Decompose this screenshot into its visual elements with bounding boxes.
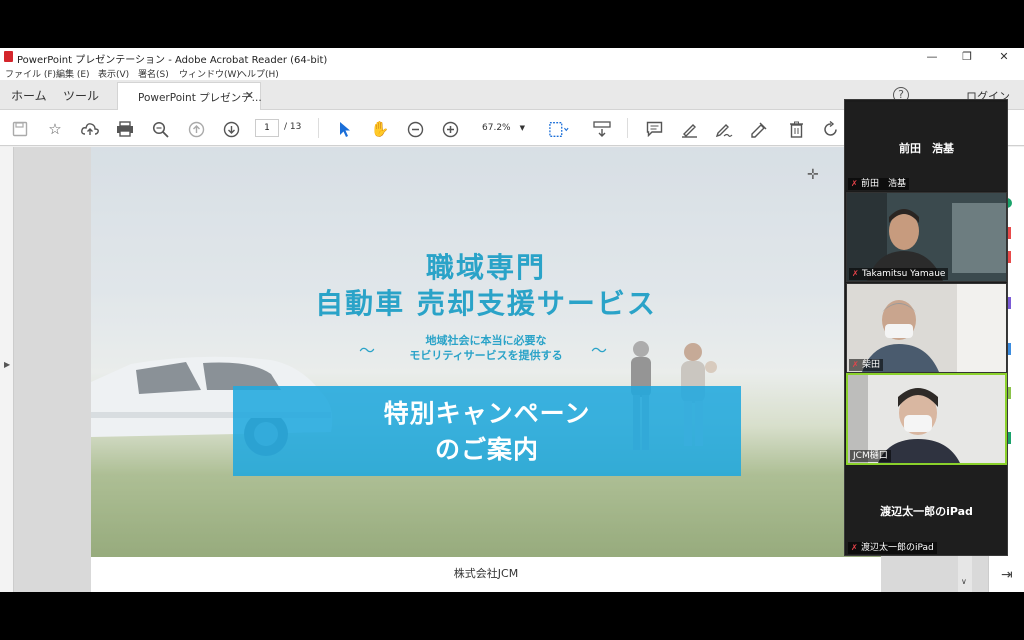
banner-line1: 特別キャンペーン <box>383 399 591 428</box>
zoom-level-value: 67.2% <box>482 123 511 133</box>
slide-subtitle: 地域社会に本当に必要な モビリティサービスを提供する <box>91 333 881 363</box>
comment-icon[interactable] <box>644 119 664 139</box>
slide-subtitle-line2: モビリティサービスを提供する <box>409 349 563 362</box>
menu-window[interactable]: ウィンドウ(W) <box>179 67 240 80</box>
participant-name: 柴田 <box>862 360 881 370</box>
participant-name: 前田 浩基 <box>861 179 907 189</box>
page-number-input[interactable]: 1 <box>255 119 279 137</box>
tab-home[interactable]: ホーム <box>11 87 47 104</box>
title-bar: PowerPoint プレゼンテーション - Adobe Acrobat Rea… <box>0 48 1024 66</box>
crosshair-cursor-icon: ✛ <box>807 167 819 183</box>
scroll-mode-icon[interactable] <box>592 119 612 139</box>
participant-name: 渡辺太一郎のiPad <box>861 543 934 553</box>
menu-edit[interactable]: 編集 (E) <box>56 67 90 80</box>
delete-icon[interactable] <box>786 119 806 139</box>
participant-name-label: ✗ Takamitsu Yamaue <box>849 268 949 280</box>
slide-title-line2: 自動車 売却支援サービス <box>315 287 657 320</box>
left-panel-toggle[interactable]: ▶ <box>0 147 14 592</box>
participant-name-label: ✗ 柴田 <box>849 359 884 371</box>
zoom-out-icon[interactable] <box>405 119 425 139</box>
draw-icon[interactable] <box>714 119 734 139</box>
slide-subtitle-line1: 地域社会に本当に必要な <box>425 334 547 347</box>
window-title: PowerPoint プレゼンテーション - Adobe Acrobat Rea… <box>17 55 328 66</box>
video-participants-panel: 前田 浩基 ✗ 前田 浩基 ✗ Takamitsu Yamaue ✗ 柴田 JC… <box>844 99 1008 556</box>
expand-arrow-icon[interactable]: ▶ <box>4 360 10 369</box>
participant-name-label: ✗ 前田 浩基 <box>848 178 910 190</box>
chevron-down-icon: ▼ <box>519 124 525 132</box>
menu-view[interactable]: 表示(V) <box>98 67 129 80</box>
cloud-upload-icon[interactable] <box>80 119 100 139</box>
slide-footer-company: 株式会社JCM <box>453 567 519 580</box>
menu-bar: ファイル (F) 編集 (E) 表示(V) 署名(S) ウィンドウ(W) ヘルプ… <box>0 65 1024 80</box>
muted-mic-icon: ✗ <box>851 179 858 188</box>
menu-sign[interactable]: 署名(S) <box>138 67 169 80</box>
page-down-icon[interactable] <box>221 119 241 139</box>
star-icon[interactable]: ☆ <box>45 119 65 139</box>
print-icon[interactable] <box>115 119 135 139</box>
pdf-page: 職域専門 自動車 売却支援サービス 〜 〜 地域社会に本当に必要な モビリティサ… <box>91 147 881 592</box>
participant-video-tile-active-speaker[interactable]: JCM樋口 <box>846 373 1007 465</box>
page-total: / 13 <box>284 122 302 132</box>
banner-line2: のご案内 <box>434 435 539 464</box>
tab-tools[interactable]: ツール <box>63 87 99 104</box>
select-cursor-icon[interactable] <box>335 119 355 139</box>
participant-name-label: ✗ 渡辺太一郎のiPad <box>848 542 937 554</box>
menu-help[interactable]: ヘルプ(H) <box>238 67 279 80</box>
search-icon[interactable] <box>150 119 170 139</box>
restore-button[interactable]: ❐ <box>949 48 985 65</box>
participant-video-tile[interactable]: ✗ 柴田 <box>846 283 1007 373</box>
menu-file[interactable]: ファイル (F) <box>5 67 56 80</box>
muted-mic-icon: ✗ <box>851 543 858 552</box>
toolbar-divider <box>627 118 628 138</box>
svg-text:⇥: ⇥ <box>1001 567 1013 583</box>
tab-document[interactable]: PowerPoint プレゼンテ... ✕ <box>117 82 262 110</box>
participant-tile[interactable]: 渡辺太一郎のiPad ✗ 渡辺太一郎のiPad <box>846 466 1007 555</box>
highlight-icon[interactable] <box>679 119 699 139</box>
sign-icon[interactable] <box>749 119 769 139</box>
participant-tile[interactable]: 前田 浩基 ✗ 前田 浩基 <box>846 102 1007 191</box>
campaign-banner: 特別キャンペーン のご案内 <box>233 386 741 476</box>
slide-title-line1: 職域専門 <box>425 251 546 284</box>
minimize-button[interactable]: — <box>914 48 950 65</box>
close-button[interactable]: ✕ <box>986 48 1022 65</box>
participant-display-name: 渡辺太一郎のiPad <box>880 505 973 518</box>
participant-name: JCM樋口 <box>853 451 888 461</box>
tab-document-label: PowerPoint プレゼンテ... <box>138 92 262 104</box>
zoom-level-select[interactable]: 67.2% ▼ <box>475 119 530 137</box>
screen: PowerPoint プレゼンテーション - Adobe Acrobat Rea… <box>0 0 1024 640</box>
save-icon[interactable] <box>10 119 30 139</box>
participant-name: Takamitsu Yamaue <box>862 269 946 279</box>
scroll-down-arrow-icon[interactable]: ∨ <box>961 577 967 586</box>
muted-mic-icon: ✗ <box>852 269 859 278</box>
muted-mic-icon: ✗ <box>852 360 859 369</box>
page-up-icon[interactable] <box>186 119 206 139</box>
fit-page-icon[interactable] <box>549 119 569 139</box>
participant-video-tile[interactable]: ✗ Takamitsu Yamaue <box>846 192 1007 282</box>
slide-background-photo: 職域専門 自動車 売却支援サービス 〜 〜 地域社会に本当に必要な モビリティサ… <box>91 147 881 557</box>
zoom-in-icon[interactable] <box>440 119 460 139</box>
acrobat-logo-icon <box>4 51 13 62</box>
participant-display-name: 前田 浩基 <box>899 142 954 155</box>
tab-close-icon[interactable]: ✕ <box>245 89 254 102</box>
hand-icon[interactable]: ✋ <box>370 119 390 139</box>
toolbar-divider <box>318 118 319 138</box>
participant-name-label: JCM樋口 <box>850 450 891 462</box>
rotate-icon[interactable] <box>820 119 840 139</box>
